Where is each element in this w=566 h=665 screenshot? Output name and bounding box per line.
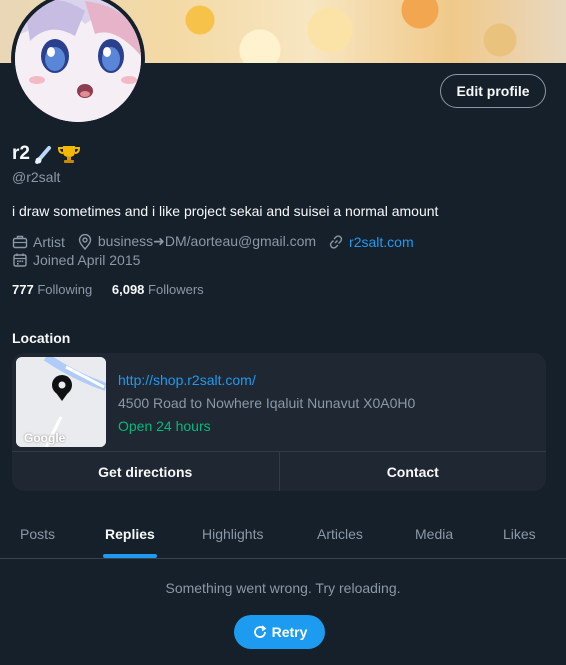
profile-tabs: Posts Replies Highlights Articles Media … — [0, 510, 566, 559]
briefcase-icon — [12, 234, 28, 250]
followers-link[interactable]: 6,098 Followers — [112, 282, 204, 297]
followers-count: 6,098 — [111, 282, 145, 297]
location-actions: Get directions Contact — [12, 451, 546, 491]
tab-articles[interactable]: Articles — [317, 526, 363, 542]
comet-icon — [34, 144, 54, 164]
joined-row: Joined April 2015 — [12, 252, 152, 268]
website-link[interactable]: r2salt.com — [349, 234, 414, 250]
tab-replies[interactable]: Replies — [105, 526, 155, 542]
link-icon — [328, 234, 344, 250]
get-directions-button[interactable]: Get directions — [12, 452, 279, 491]
followers-label: Followers — [148, 282, 204, 297]
tab-posts[interactable]: Posts — [20, 526, 55, 542]
profile-bio: i draw sometimes and i like project seka… — [12, 203, 439, 219]
retry-label: Retry — [271, 624, 308, 640]
trophy-icon — [57, 144, 80, 164]
tab-likes[interactable]: Likes — [503, 526, 536, 542]
profile-meta-row: Artist business➜DM/aorteau@gmail.com r2s… — [12, 233, 426, 250]
joined-item: Joined April 2015 — [12, 252, 140, 268]
profile-handle: @r2salt — [12, 169, 61, 185]
tab-highlights[interactable]: Highlights — [202, 526, 263, 542]
location-section-title: Location — [12, 330, 71, 346]
error-message: Something went wrong. Try reloading. — [165, 580, 401, 596]
tab-media[interactable]: Media — [415, 526, 453, 542]
edit-profile-button[interactable]: Edit profile — [440, 74, 546, 108]
following-count: 777 — [12, 282, 34, 297]
location-card: Google http://shop.r2salt.com/ 4500 Road… — [12, 353, 546, 491]
website-item[interactable]: r2salt.com — [328, 234, 414, 250]
active-tab-indicator — [103, 554, 157, 558]
map-provider-label: Google — [24, 431, 66, 445]
following-link[interactable]: 777 Following — [12, 282, 92, 297]
refresh-icon — [252, 624, 268, 640]
location-label: business➜DM/aorteau@gmail.com — [97, 233, 317, 249]
calendar-icon — [12, 252, 28, 268]
joined-label: Joined April 2015 — [33, 252, 141, 268]
location-address: 4500 Road to Nowhere Iqaluit Nunavut X0A… — [118, 395, 416, 411]
profile-name: r2 — [12, 143, 80, 165]
category-label: Artist — [33, 233, 65, 250]
location-item: business➜DM/aorteau@gmail.com — [77, 233, 316, 250]
display-name: r2 — [12, 143, 30, 164]
retry-button[interactable]: Retry — [234, 615, 325, 649]
location-hours: Open 24 hours — [118, 418, 211, 434]
following-label: Following — [37, 282, 93, 297]
avatar[interactable] — [11, 0, 145, 126]
location-url[interactable]: http://shop.r2salt.com/ — [118, 372, 256, 388]
location-pin-icon — [77, 233, 93, 250]
category-item: Artist — [12, 234, 65, 250]
contact-button[interactable]: Contact — [278, 452, 547, 491]
map-thumbnail[interactable]: Google — [16, 357, 106, 447]
follow-stats: 777 Following 6,098 Followers — [12, 282, 204, 297]
